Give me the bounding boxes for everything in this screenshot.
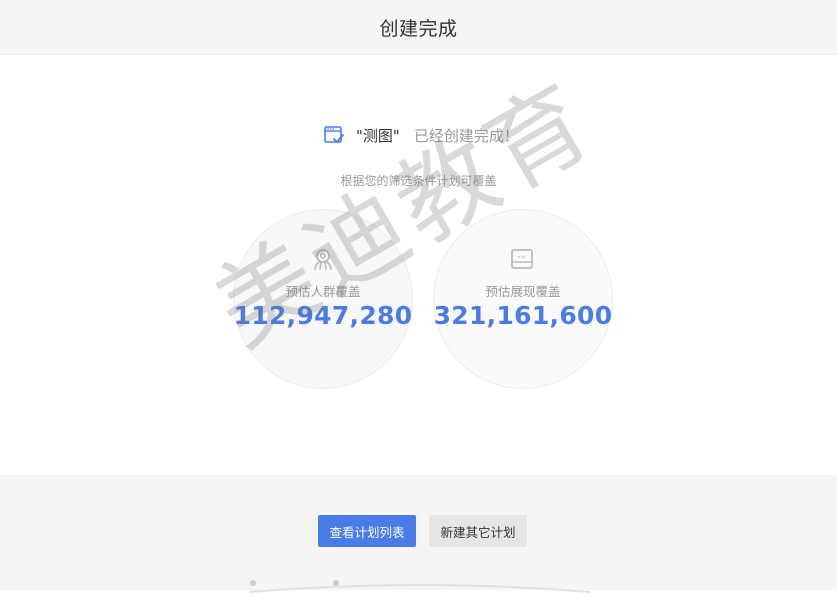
svg-text:««: ««	[517, 253, 526, 261]
impression-icon: ««	[511, 249, 533, 269]
decorative-arc	[250, 580, 590, 593]
impression-value: 321,161,600	[433, 301, 613, 330]
success-text: 已经创建完成！	[413, 126, 519, 145]
action-footer: 查看计划列表 新建其它计划	[0, 475, 837, 593]
success-message: "测图" 已经创建完成！	[322, 123, 519, 147]
plan-name: "测图"	[356, 126, 400, 145]
audience-value: 112,947,280	[233, 301, 413, 330]
page-title: 创建完成	[379, 17, 458, 40]
audience-icon	[314, 249, 332, 270]
view-plan-list-button[interactable]: 查看计划列表	[318, 515, 416, 547]
main-content: "测图" 已经创建完成！ 根据您的筛选条件计划可覆盖 «« 预估人群覆盖 112…	[0, 55, 837, 475]
plan-created-icon	[324, 126, 344, 143]
coverage-subtitle: 根据您的筛选条件计划可覆盖	[340, 174, 497, 188]
impression-label: 预估展现覆盖	[485, 284, 561, 299]
create-other-plan-button[interactable]: 新建其它计划	[429, 515, 527, 547]
audience-label: 预估人群覆盖	[285, 284, 361, 299]
page-header: 创建完成	[0, 0, 837, 55]
